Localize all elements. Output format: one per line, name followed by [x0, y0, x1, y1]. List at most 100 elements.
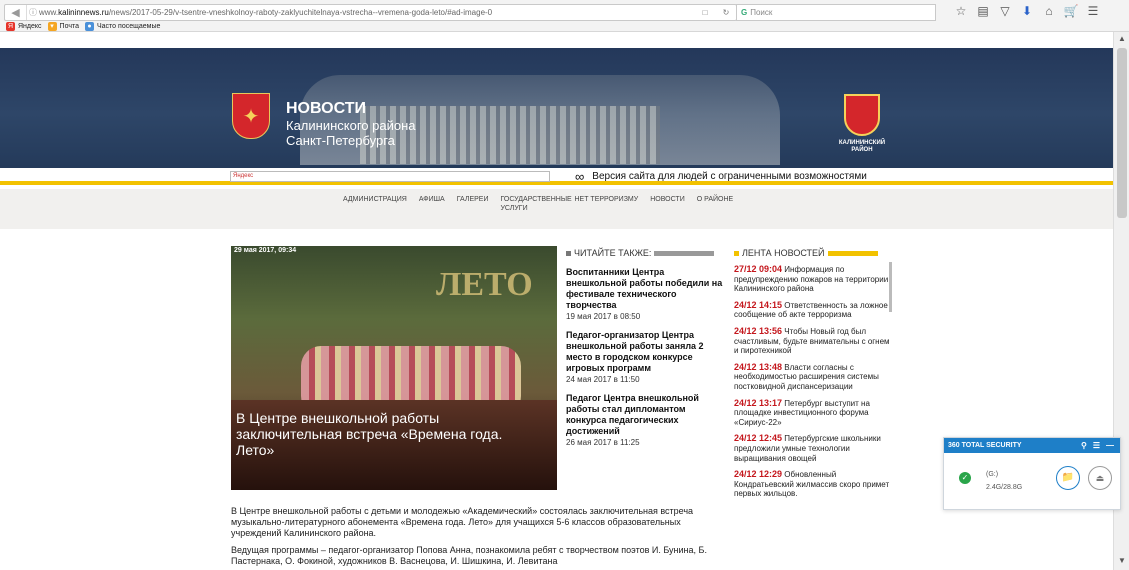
- news-feed-heading-text: ЛЕНТА НОВОСТЕЙ: [742, 248, 825, 258]
- read-also-item[interactable]: Педагог-организатор Центра внешкольной р…: [566, 330, 726, 384]
- feed-item[interactable]: 24/12 14:15 Ответственность за ложное со…: [734, 299, 894, 320]
- scroll-down-icon[interactable]: ▼: [1116, 556, 1128, 568]
- bookmark-yandex[interactable]: Я Яндекс: [6, 22, 42, 31]
- address-bar[interactable]: ◀ ⓘ www. kalininnews.ru/news/2017-05-29/v…: [4, 4, 737, 21]
- heading-bar: [654, 250, 715, 256]
- hero-image-lettering: ЛЕТО: [436, 266, 533, 303]
- minimize-icon[interactable]: —: [1106, 441, 1114, 450]
- back-button-icon[interactable]: ◀: [5, 5, 27, 20]
- eject-button-icon[interactable]: ⏏: [1088, 466, 1112, 490]
- site-title[interactable]: НОВОСТИ Калининского района Санкт-Петерб…: [286, 100, 416, 148]
- frequent-icon: ●: [85, 22, 94, 31]
- feed-item[interactable]: 24/12 13:48 Власти согласны с необходимо…: [734, 362, 894, 392]
- spb-coat-of-arms-icon[interactable]: ✦: [232, 93, 270, 139]
- read-also-title[interactable]: Педагог-организатор Центра внешкольной р…: [566, 330, 726, 374]
- menu-item-news[interactable]: НОВОСТИ: [650, 195, 685, 213]
- hero-date: 29 мая 2017, 09:34: [234, 247, 297, 254]
- crest-label-line1: КАЛИНИНСКИЙ: [838, 140, 886, 146]
- bookmark-label: Почта: [59, 23, 79, 30]
- article-paragraph: Ведущая программы – педагог-организатор …: [231, 545, 707, 566]
- search-strip: Яндекс ∞ Версия сайта для людей с ограни…: [0, 168, 1113, 185]
- feed-item[interactable]: 24/12 12:45 Петербургские школьники пред…: [734, 434, 894, 463]
- menu-item-galleries[interactable]: ГАЛЕРЕИ: [457, 195, 489, 213]
- scroll-up-icon[interactable]: ▲: [1116, 34, 1128, 46]
- menu-item-afisha[interactable]: АФИША: [419, 195, 445, 213]
- download-icon[interactable]: ⬇: [1016, 4, 1038, 18]
- hero-caption[interactable]: В Центре внешкольной работы заключительн…: [236, 410, 536, 458]
- feed-item[interactable]: 27/12 09:04 Информация по предупреждению…: [734, 264, 894, 294]
- article-body: В Центре внешкольной работы с детьми и м…: [231, 506, 731, 570]
- yandex-icon: Я: [6, 22, 15, 31]
- read-also-date: 19 мая 2017 в 08:50: [566, 312, 641, 321]
- news-feed-heading: ЛЕНТА НОВОСТЕЙ: [734, 248, 894, 258]
- site-title-line3: Санкт-Петербурга: [286, 133, 395, 148]
- menu-icon[interactable]: ☰: [1093, 441, 1100, 450]
- main-menu: АДМИНИСТРАЦИЯ АФИША ГАЛЕРЕИ ГОСУДАРСТВЕН…: [0, 189, 1113, 229]
- read-also-heading: ЧИТАЙТЕ ТАКЖЕ:: [566, 248, 726, 258]
- scroll-thumb[interactable]: [1117, 48, 1127, 218]
- site-title-line2: Калининского района: [286, 118, 416, 133]
- security-widget: 360 TOTAL SECURITY ⚲ ☰ — ✓ (G:) 2.4G/28.…: [943, 437, 1121, 510]
- menu-item-about[interactable]: О РАЙОНЕ: [697, 195, 733, 213]
- read-also-heading-text: ЧИТАЙТЕ ТАКЖЕ:: [574, 248, 652, 258]
- bookmark-frequent[interactable]: ● Часто посещаемые: [85, 22, 160, 31]
- feed-time: 24/12 12:29: [734, 469, 783, 480]
- url-domain: kalininnews.ru: [58, 8, 109, 17]
- bookmark-star-icon[interactable]: ☆: [950, 4, 972, 18]
- site-search-input[interactable]: Яндекс: [230, 171, 550, 182]
- menu-items: АДМИНИСТРАЦИЯ АФИША ГАЛЕРЕИ ГОСУДАРСТВЕН…: [343, 195, 745, 213]
- read-also-item[interactable]: Воспитанники Центра внешкольной работы п…: [566, 267, 726, 321]
- read-also-date: 24 мая 2017 в 11:50: [566, 375, 640, 384]
- search-engine-icon[interactable]: G: [741, 8, 747, 17]
- url-path: /news/2017-05-29/v-tsentre-vneshkolnoy-r…: [108, 8, 493, 17]
- site-header-banner: ✦ НОВОСТИ Калининского района Санкт-Пете…: [0, 48, 1113, 168]
- home-icon[interactable]: ⌂: [1038, 4, 1060, 18]
- reader-view-icon[interactable]: □: [694, 8, 716, 17]
- folder-button-icon[interactable]: 📁: [1056, 466, 1080, 490]
- feed-scrollbar[interactable]: [889, 262, 892, 312]
- read-also-title[interactable]: Педагог Центра внешкольной работы стал д…: [566, 393, 726, 437]
- feed-item[interactable]: 24/12 13:56 Чтобы Новый год был счастлив…: [734, 325, 894, 356]
- drive-label: (G:): [986, 471, 999, 478]
- read-also-title[interactable]: Воспитанники Центра внешкольной работы п…: [566, 267, 726, 311]
- toolbar-icons: ☆ ▤ ▽ ⬇ ⌂ 🛒 ☰: [950, 4, 1104, 18]
- heading-bar: [827, 250, 878, 256]
- accessibility-label: Версия сайта для людей с ограниченными в…: [592, 171, 867, 182]
- mail-icon: ▾: [47, 22, 57, 31]
- url-prefix: www.: [39, 8, 59, 17]
- check-icon: ✓: [959, 472, 971, 484]
- browser-search-input[interactable]: G Поиск: [736, 4, 936, 21]
- district-shield-icon: [844, 94, 880, 136]
- menu-item-no-terrorism[interactable]: НЕТ ТЕРРОРИЗМУ: [574, 195, 638, 213]
- site-title-line1: НОВОСТИ: [286, 100, 367, 117]
- search-icon[interactable]: ⚲: [1081, 441, 1087, 450]
- read-also-date: 26 мая 2017 в 11:25: [566, 438, 640, 447]
- feed-item[interactable]: 24/12 12:29 Обновленный Кондратьевский ж…: [734, 469, 894, 499]
- read-also-item[interactable]: Педагог Центра внешкольной работы стал д…: [566, 393, 726, 447]
- menu-item-administration[interactable]: АДМИНИСТРАЦИЯ: [343, 195, 407, 213]
- news-feed: ЛЕНТА НОВОСТЕЙ 27/12 09:04 Информация по…: [734, 248, 894, 499]
- security-widget-header: 360 TOTAL SECURITY ⚲ ☰ —: [944, 438, 1120, 453]
- feed-time: 24/12 12:45: [734, 433, 783, 444]
- info-icon[interactable]: ⓘ: [27, 7, 39, 18]
- hero-article[interactable]: ЛЕТО 29 мая 2017, 09:34 В Центре внешкол…: [231, 246, 557, 490]
- cart-icon[interactable]: 🛒: [1060, 4, 1082, 18]
- heading-square-icon: [734, 250, 739, 256]
- menu-icon[interactable]: ☰: [1082, 4, 1104, 18]
- district-crest: КАЛИНИНСКИЙ РАЙОН: [826, 80, 898, 160]
- menu-item-gov-services[interactable]: ГОСУДАРСТВЕННЫЕ УСЛУГИ: [500, 195, 571, 213]
- bookmark-mail[interactable]: ▾ Почта: [47, 22, 79, 31]
- article-paragraph: В Центре внешкольной работы с детьми и м…: [231, 506, 694, 538]
- feed-time: 24/12 13:17: [734, 397, 783, 408]
- security-title: 360 TOTAL SECURITY: [948, 442, 1022, 449]
- feed-item[interactable]: 24/12 13:17 Петербург выступит на площад…: [734, 397, 894, 428]
- feed-time: 24/12 13:56: [734, 325, 783, 336]
- pocket-icon[interactable]: ▽: [994, 4, 1016, 18]
- reload-icon[interactable]: ↻: [716, 8, 736, 17]
- district-crest-label: КАЛИНИНСКИЙ РАЙОН: [839, 140, 885, 154]
- glasses-icon: ∞: [575, 169, 585, 184]
- bookmark-label: Часто посещаемые: [97, 23, 161, 30]
- bookmarks-list-icon[interactable]: ▤: [972, 4, 994, 18]
- accessibility-link[interactable]: ∞ Версия сайта для людей с ограниченными…: [575, 169, 867, 184]
- feed-time: 24/12 14:15: [734, 299, 783, 310]
